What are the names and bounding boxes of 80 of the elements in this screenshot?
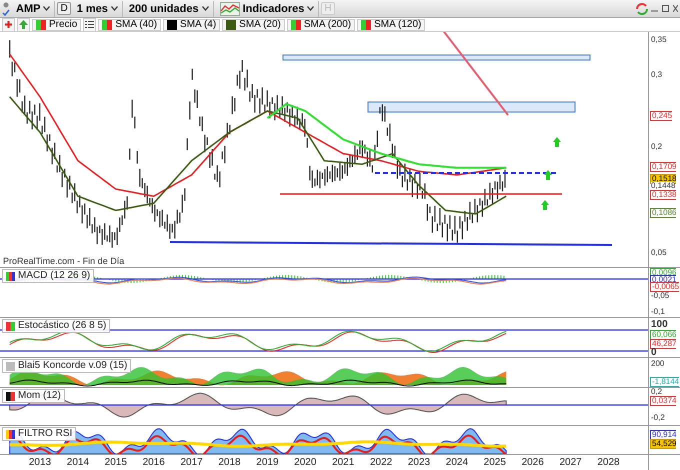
value-tag: 0,1709 — [650, 162, 676, 172]
value-tag: 0,1338 — [650, 190, 676, 200]
year-label: 2028 — [597, 457, 620, 468]
indicator-name: FILTRO RSI — [18, 429, 72, 439]
up-arrow-icon — [544, 170, 552, 180]
value-tag: -0,0065 — [650, 282, 680, 292]
indicator-icon — [6, 272, 15, 280]
indicator-legend-item[interactable]: SMA (120) — [357, 18, 426, 30]
maximize-icon[interactable] — [662, 5, 669, 12]
year-label: 2024 — [446, 457, 468, 468]
axis-label: 0,35 — [651, 36, 667, 44]
list-icon[interactable] — [85, 20, 94, 29]
up-arrow-icon[interactable] — [19, 20, 28, 29]
year-label: 2023 — [408, 457, 430, 468]
year-label: 2022 — [370, 457, 392, 468]
year-label: 2025 — [484, 457, 506, 468]
indicator-legend-item[interactable]: SMA (20) — [222, 18, 285, 30]
axis-label: 0,2 — [651, 143, 662, 151]
swatch-icon — [290, 20, 301, 30]
indicator-name: Blai5 Koncorde v.09 (15) — [18, 361, 128, 371]
indicator-name: Estocástico (26 8 5) — [18, 321, 106, 331]
indicator-name: MACD (12 26 9) — [18, 271, 90, 281]
chart-icon — [220, 2, 240, 16]
caret-icon — [307, 6, 314, 11]
value-tag: -1,8144 — [650, 377, 680, 387]
axis-label: 200 — [651, 360, 664, 368]
year-label: 2027 — [559, 457, 582, 468]
year-label: 2018 — [218, 457, 241, 468]
axis-label: 100 — [651, 321, 668, 329]
indicator-legend-item[interactable]: SMA (40) — [98, 18, 162, 30]
year-label: 2020 — [294, 457, 316, 468]
swatch-icon — [102, 20, 112, 30]
indicator-icon — [6, 430, 15, 438]
axis-label: -0,1 — [651, 308, 665, 316]
axis-label: 0,2 — [651, 388, 662, 396]
caret-icon — [110, 6, 118, 11]
value-tag: 54,529 — [650, 439, 676, 449]
indicators-dropdown[interactable]: Indicadores — [216, 0, 320, 16]
swatch-icon — [361, 20, 372, 30]
year-label: 2016 — [142, 457, 165, 468]
swatch-icon — [36, 20, 46, 30]
data-source-label: ProRealTime.com - Fin de Día — [3, 256, 124, 266]
value-tag: 46,287 — [650, 339, 676, 349]
up-arrow-icon — [541, 200, 549, 210]
indicator-legend-item[interactable]: Precio — [32, 18, 82, 30]
year-label: 2019 — [256, 457, 279, 468]
value-tag: 60,066 — [650, 330, 676, 340]
year-label: 2017 — [180, 457, 203, 468]
indicator-icon — [6, 392, 15, 400]
value-tag: 0,1086 — [650, 208, 676, 218]
caret-icon — [43, 6, 50, 11]
symbol-dropdown[interactable]: AMP — [12, 0, 56, 16]
year-label: 2013 — [28, 457, 52, 468]
axis-label: 0,3 — [651, 71, 662, 79]
indicator-legend-item[interactable]: SMA (4) — [163, 18, 220, 30]
up-arrow-icon — [553, 137, 561, 147]
period-button[interactable]: D — [57, 2, 71, 15]
account-icon[interactable] — [2, 2, 10, 16]
indicator-icon — [6, 362, 15, 370]
indicator-icon — [6, 322, 15, 330]
year-label: 2015 — [104, 457, 127, 468]
caret-icon — [202, 6, 209, 11]
axis-label: -0,05 — [651, 292, 670, 300]
value-tag: 0,0374 — [650, 396, 676, 406]
value-tag: 0,245 — [650, 111, 672, 121]
close-icon[interactable] — [673, 5, 678, 12]
axis-label: -0,2 — [651, 414, 665, 422]
indicator-legend-item[interactable]: SMA (200) — [286, 18, 356, 30]
timeframe-dropdown[interactable]: 1 mes — [72, 0, 123, 16]
axis-label: 0,05 — [651, 249, 667, 257]
year-label: 2014 — [66, 457, 90, 468]
year-label: 2026 — [522, 457, 544, 468]
value-tag: 90,914 — [650, 430, 676, 440]
add-icon[interactable] — [4, 20, 13, 29]
refresh-icon[interactable] — [635, 2, 649, 16]
year-label: 2021 — [332, 457, 354, 468]
units-dropdown[interactable]: 200 unidades — [124, 0, 214, 16]
axis-label: 0 — [651, 349, 657, 357]
axis-label: 0,1448 — [651, 182, 676, 190]
indicator-name: Mom (12) — [18, 391, 61, 401]
